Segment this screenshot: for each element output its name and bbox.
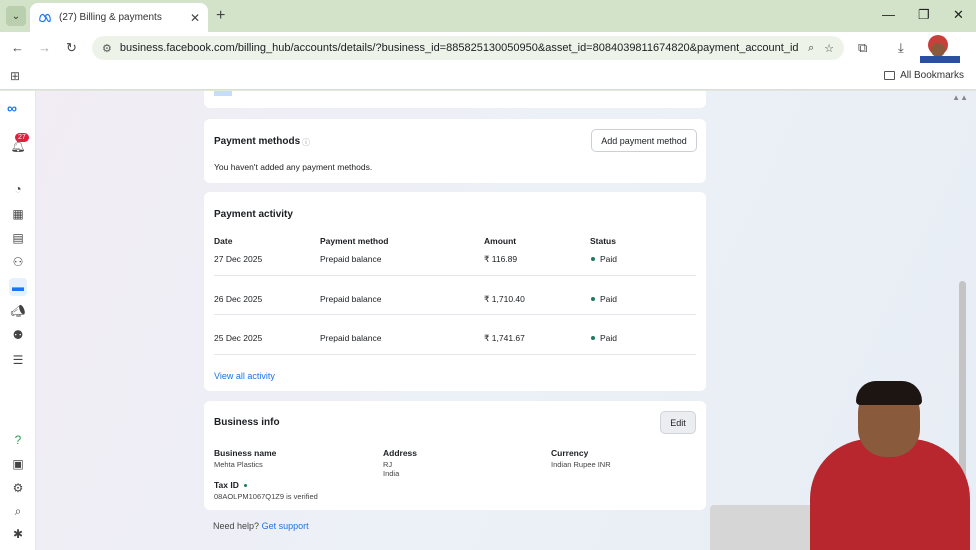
left-nav: ∞ 🔔︎ 27 ◔ ▦ ▤ ⚇ ▬ 📣︎ ⚉ ☰ ? ▣ ⚙ ⌕ ✱	[0, 91, 36, 550]
get-support-link[interactable]: Get support	[262, 521, 309, 531]
row-divider	[214, 275, 696, 276]
tax-id-value: 08AOLPM1067Q1Z9 is verified	[214, 492, 318, 501]
tab-bar: ⌄ (27) Billing & payments ✕ + — ❐ ✕	[0, 0, 976, 32]
browser-tab[interactable]: (27) Billing & payments ✕	[30, 3, 208, 32]
search-icon[interactable]: ⌕	[9, 502, 27, 520]
meta-logo-icon[interactable]: ∞	[7, 100, 17, 116]
add-payment-method-button[interactable]: Add payment method	[591, 129, 697, 152]
col-payment-method: Payment method	[320, 236, 389, 246]
payment-methods-title: Payment methods	[214, 136, 301, 147]
extensions-icon[interactable]: ⧉	[858, 40, 867, 56]
dashboard-gauge-icon[interactable]: ◔	[9, 180, 27, 198]
url-text: business.facebook.com/billing_hub/accoun…	[119, 42, 798, 54]
tab-search-icon[interactable]: ⌄	[6, 6, 26, 26]
business-info-title: Business info	[214, 417, 280, 428]
notification-badge: 27	[15, 133, 29, 142]
business-name-label: Business name	[214, 448, 277, 458]
back-icon[interactable]: ←	[11, 40, 24, 55]
row2-status-dot	[591, 297, 595, 301]
view-all-activity-link[interactable]: View all activity	[214, 371, 275, 381]
forward-icon[interactable]: →	[38, 40, 51, 55]
payment-activity-card: Payment activity Date Payment method Amo…	[204, 192, 706, 391]
billing-card-icon[interactable]: ▬	[9, 278, 27, 296]
address-line1: RJ	[383, 460, 393, 469]
zoom-icon[interactable]: ⌕	[808, 42, 814, 55]
megaphone-icon[interactable]: 📣︎	[9, 302, 27, 320]
info-icon[interactable]: ⓘ	[302, 137, 310, 148]
previous-section-card	[204, 91, 706, 108]
billing-page: ∞ 🔔︎ 27 ◔ ▦ ▤ ⚇ ▬ 📣︎ ⚉ ☰ ? ▣ ⚙ ⌕ ✱ Payme…	[0, 91, 976, 550]
meta-favicon-icon	[39, 13, 51, 22]
download-icon[interactable]: ⤓	[898, 40, 904, 56]
bug-report-icon[interactable]: ✱	[9, 525, 27, 543]
table-grid-icon[interactable]: ▦	[9, 205, 27, 223]
row1-status-dot	[591, 257, 595, 261]
minimize-icon[interactable]: —	[882, 7, 895, 22]
presenter-hair	[856, 381, 922, 405]
tax-id-label: Tax ID	[214, 480, 239, 490]
new-tab-icon[interactable]: +	[216, 7, 225, 25]
row3-status: Paid	[600, 333, 618, 343]
bookmarks-bar: ⊞ All Bookmarks	[0, 63, 976, 90]
restore-icon[interactable]: ❐	[918, 7, 930, 23]
all-bookmarks-button[interactable]: All Bookmarks	[884, 70, 964, 81]
row1-status: Paid	[600, 254, 618, 264]
row3-date: 25 Dec 2025	[214, 333, 263, 343]
row-divider	[214, 314, 696, 315]
settings-gear-icon[interactable]: ⚙	[9, 479, 27, 497]
site-info-icon[interactable]: ⚙	[102, 42, 112, 55]
business-name-value: Mehta Plastics	[214, 460, 263, 469]
apps-grid-icon[interactable]: ⊞	[10, 69, 20, 83]
address-bar[interactable]: ⚙ business.facebook.com/billing_hub/acco…	[92, 36, 844, 60]
all-bookmarks-label: All Bookmarks	[900, 70, 964, 81]
news-feed-icon[interactable]: ▣	[9, 455, 27, 473]
row2-status: Paid	[600, 294, 618, 304]
folder-icon	[884, 71, 896, 80]
reload-icon[interactable]: ↻	[66, 40, 77, 56]
col-status: Status	[590, 236, 616, 246]
tab-close-icon[interactable]: ✕	[190, 11, 200, 25]
row1-amount: ₹ 116.89	[484, 254, 518, 264]
row2-amount: ₹ 1,710.40	[484, 294, 525, 304]
row2-method: Prepaid balance	[320, 294, 382, 304]
need-help-label: Need help?	[213, 521, 260, 531]
bookmark-star-icon[interactable]: ☆	[824, 42, 834, 55]
presenter-webcam	[710, 381, 976, 550]
browser-toolbar: ← → ↻ ⚙ business.facebook.com/billing_hu…	[0, 32, 976, 63]
progress-chip	[214, 91, 232, 96]
need-help-text: Need help? Get support	[213, 521, 309, 531]
row1-method: Prepaid balance	[320, 254, 382, 264]
business-info-card: Business info Edit Business name Mehta P…	[204, 401, 706, 510]
address-line2: India	[383, 469, 400, 478]
window-close-icon[interactable]: ✕	[953, 7, 964, 23]
audience-icon[interactable]: ⚉	[9, 326, 27, 344]
row1-date: 27 Dec 2025	[214, 254, 263, 264]
address-label: Address	[383, 448, 418, 458]
currency-value: Indian Rupee INR	[551, 460, 611, 469]
row3-amount: ₹ 1,741.67	[484, 333, 525, 343]
verified-dot	[244, 484, 247, 487]
people-icon[interactable]: ⚇	[9, 253, 27, 271]
no-payment-methods-text: You haven't added any payment methods.	[214, 162, 373, 172]
pages-icon[interactable]: ▤	[9, 229, 27, 247]
payment-methods-card: Payment methods ⓘ Add payment method You…	[204, 119, 706, 183]
tab-title: (27) Billing & payments	[59, 12, 162, 23]
row3-status-dot	[591, 336, 595, 340]
payment-activity-title: Payment activity	[214, 209, 293, 220]
row3-method: Prepaid balance	[320, 333, 382, 343]
help-question-icon[interactable]: ?	[9, 431, 27, 449]
profile-avatar-icon[interactable]	[918, 32, 964, 63]
currency-label: Currency	[551, 448, 589, 458]
row2-date: 26 Dec 2025	[214, 294, 263, 304]
col-date: Date	[214, 236, 233, 246]
edit-business-info-button[interactable]: Edit	[660, 411, 696, 434]
col-amount: Amount	[484, 236, 517, 246]
menu-lines-icon[interactable]: ☰	[9, 351, 27, 369]
row-divider	[214, 354, 696, 355]
